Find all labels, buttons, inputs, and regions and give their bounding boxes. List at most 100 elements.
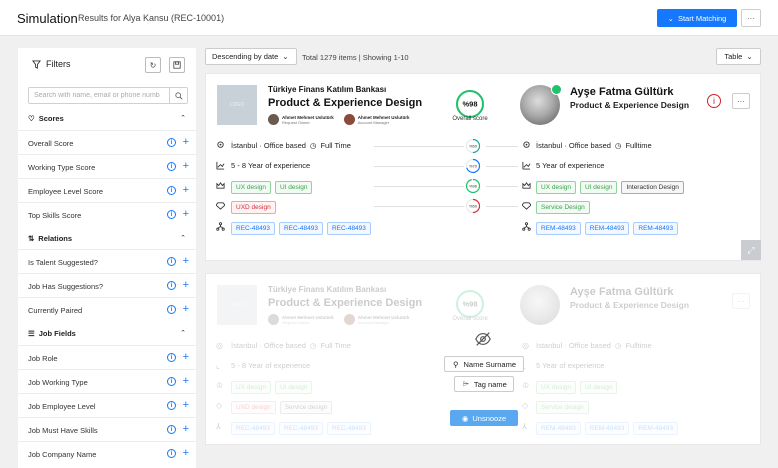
plus-icon[interactable]: + [183,423,189,435]
expand-icon: ⤢ [747,244,755,255]
filters-sidebar: Filters ↻ ♡Scores ⌃ Overall Scorei+ Work… [18,48,196,468]
hierarchy-icon: ⅄ [216,422,221,431]
trend-chart-icon [522,161,531,170]
name-surname-chip[interactable]: ⚲ Name Surname [444,356,524,372]
filters-header: Filters ↻ [18,48,196,79]
diamond-icon [216,202,225,210]
hierarchy-icon [522,222,531,231]
hierarchy-icon [216,222,225,231]
request-code[interactable]: REC-48493 [278,222,323,235]
section-job-fields[interactable]: ☰ Job Fields ⌃ [18,327,196,341]
info-icon[interactable]: i [167,257,176,266]
filter-currently-paired[interactable]: Currently Paired i + [18,297,196,321]
plus-icon[interactable]: + [183,160,189,172]
company-logo: LOGO [217,85,257,125]
info-icon[interactable]: i [167,281,176,290]
location-pin-icon [523,141,530,148]
plus-icon[interactable]: + [183,303,189,315]
filter-job-employee-level[interactable]: Job Employee Level i + [18,393,196,417]
search-input[interactable] [29,88,170,103]
info-icon[interactable]: i [167,377,176,386]
filter-job-must-have-skills[interactable]: Job Must Have Skills i + [18,417,196,441]
plus-icon[interactable]: + [183,375,189,387]
section-relations[interactable]: ⇅ Relations ⌃ [18,232,196,246]
svg-text:%50: %50 [469,144,478,149]
card-more-button: ··· [732,293,750,309]
search-button[interactable] [169,88,187,103]
info-icon[interactable]: i [167,162,176,171]
member-code[interactable]: REM-48493 [584,222,630,235]
diamond-icon: ◇ [216,401,223,410]
overall-score-label: Overall score [452,316,488,322]
filter-job-role[interactable]: Job Role i + [18,345,196,369]
member-code[interactable]: REM-48493 [536,222,581,235]
plus-icon[interactable]: + [183,184,189,196]
match-row-must-have: UXD design %50 Service Design [206,198,762,214]
page-subtitle: Results for Alya Kansu (REC-10001) [78,13,225,23]
skill-tag: UX design [536,181,576,194]
filter-job-company-name[interactable]: Job Company Name i + [18,441,196,465]
save-icon [173,61,181,69]
plus-icon[interactable]: + [183,351,189,363]
alert-icon[interactable]: i [707,94,721,108]
candidate-name: Ayşe Fatma Gültürk [570,286,674,298]
section-scores[interactable]: ♡ Scores ⌃ [18,112,196,126]
match-row-skills: UX design UI design %96 UX design UI desig… [206,178,762,194]
reset-filters-button[interactable]: ↻ [145,57,161,73]
view-select[interactable]: Table ⌄ [716,48,761,65]
chevron-up-icon: ⌃ [180,235,186,242]
info-icon[interactable]: i [167,401,176,410]
chevron-up-icon: ⌃ [180,115,186,122]
eye-icon: ◉ [461,413,469,423]
request-code[interactable]: REC-48493 [231,222,275,235]
member-code[interactable]: REM-48493 [633,222,679,235]
header-more-button[interactable]: ··· [741,9,761,27]
sort-select[interactable]: Descending by date ⌄ [205,48,297,65]
card-more-button[interactable]: ··· [732,93,750,109]
skill-tag: UXD design [231,201,276,214]
info-icon[interactable]: i [167,210,176,219]
location-pin-icon [217,141,224,148]
info-icon[interactable]: i [167,425,176,434]
filter-overall-score[interactable]: Overall Score i + [18,130,196,154]
plus-icon[interactable]: + [183,136,189,148]
skill-tag: UI design [580,181,618,194]
info-icon[interactable]: i [167,186,176,195]
filter-is-talent-suggested[interactable]: Is Talent Suggested? i + [18,249,196,273]
filter-top-skills-score[interactable]: Top Skills Score i + [18,202,196,226]
plus-icon[interactable]: + [183,399,189,411]
candidate-title: Product & Experience Design [570,100,690,110]
account-manager[interactable]: Ahmet Mehmet Uslutürk Account Manager [343,114,410,125]
filter-job-has-suggestions[interactable]: Job Has Suggestions? i + [18,273,196,297]
save-filters-button[interactable] [169,57,185,73]
company-name: Türkiye Finans Katılım Bankası [268,85,387,94]
info-icon[interactable]: i [167,353,176,362]
chevron-down-icon: ⌄ [667,13,674,23]
plus-icon[interactable]: + [183,447,189,459]
unsnooze-button[interactable]: ◉ Unsnooze [450,410,518,426]
plus-icon[interactable]: + [183,208,189,220]
svg-text:%96: %96 [469,184,478,189]
request-code[interactable]: REC-48493 [326,222,371,235]
mini-score-ring: %70 [465,158,481,174]
trend-chart-icon [216,161,225,170]
overall-score-value: %98 [462,100,477,109]
info-icon[interactable]: i [167,138,176,147]
info-icon[interactable]: i [167,305,176,314]
results-count: Total 1279 items | Showing 1-10 [302,53,409,62]
expand-button[interactable]: ⤢ [741,240,761,260]
list-icon: ☰ [28,329,35,338]
location-pin-icon: ◎ [216,341,223,350]
trophy-icon: ♡ [28,114,35,123]
start-matching-button[interactable]: ⌄ Start Matching [657,9,737,27]
filter-working-type-score[interactable]: Working Type Score i + [18,154,196,178]
candidate-name[interactable]: Ayşe Fatma Gültürk [570,86,674,98]
avatar [343,314,355,325]
filter-employee-level-score[interactable]: Employee Level Score i + [18,178,196,202]
plus-icon[interactable]: + [183,279,189,291]
filter-job-working-type[interactable]: Job Working Type i + [18,369,196,393]
tag-name-chip[interactable]: ⌲ Tag name [454,376,514,392]
request-owner[interactable]: Ahmet Mehmet Uslutürk Request Owner [268,114,334,125]
info-icon[interactable]: i [167,449,176,458]
plus-icon[interactable]: + [183,255,189,267]
